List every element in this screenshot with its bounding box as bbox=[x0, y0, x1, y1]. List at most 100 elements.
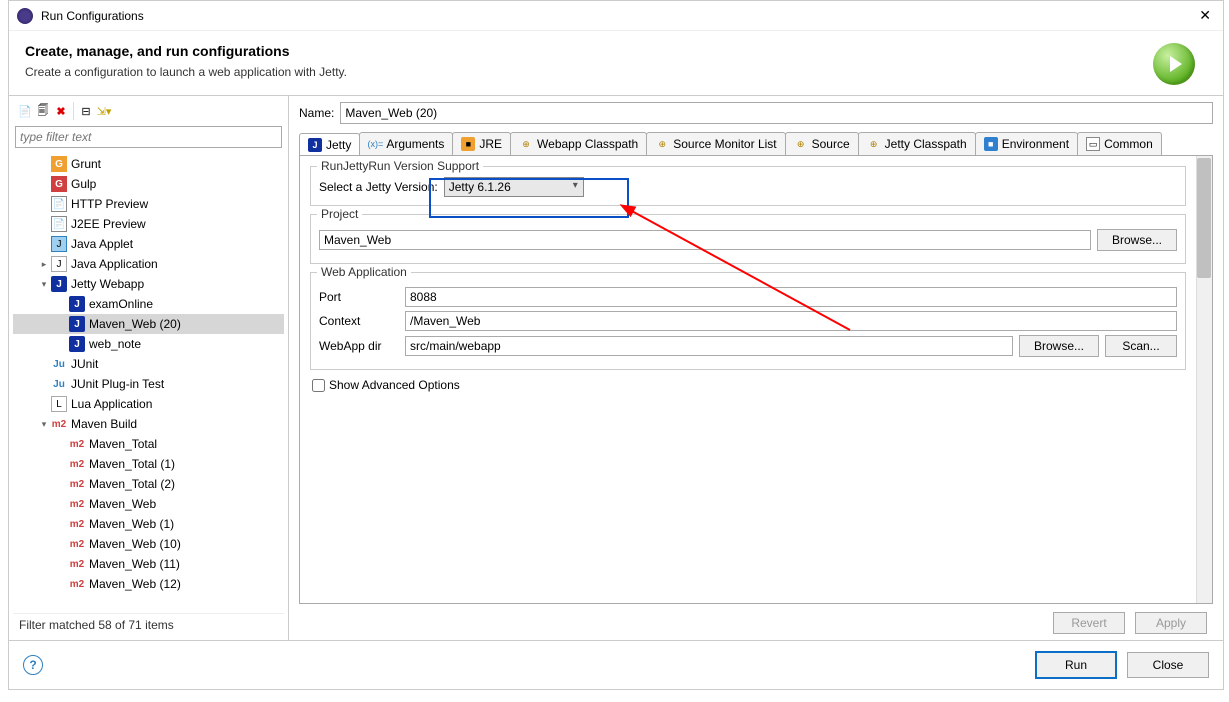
tree-item-label: Maven_Web (1) bbox=[89, 517, 174, 531]
tree-item-label: Maven_Total bbox=[89, 437, 157, 451]
main-split: 📄 🗐 ✖ ⊟ ⇲▾ GGruntGGulp📄HTTP Preview📄J2EE… bbox=[9, 95, 1223, 640]
config-tree[interactable]: GGruntGGulp📄HTTP Preview📄J2EE PreviewJJa… bbox=[13, 152, 284, 613]
tab-webapp-classpath[interactable]: ⊕Webapp Classpath bbox=[510, 132, 647, 155]
tree-item-label: Maven_Web (10) bbox=[89, 537, 181, 551]
context-input[interactable] bbox=[405, 311, 1177, 331]
tab-arguments[interactable]: (x)=Arguments bbox=[359, 132, 453, 155]
filter-input[interactable] bbox=[15, 126, 282, 148]
tree-item-label: Maven_Web (20) bbox=[89, 317, 181, 331]
close-button[interactable]: Close bbox=[1127, 652, 1209, 678]
expander-icon[interactable]: ▸ bbox=[37, 259, 51, 270]
name-row: Name: bbox=[299, 102, 1213, 124]
tab-jetty-classpath[interactable]: ⊕Jetty Classpath bbox=[858, 132, 976, 155]
version-group: RunJettyRun Version Support Select a Jet… bbox=[310, 166, 1186, 206]
tree-item-java-applet[interactable]: J Java Applet bbox=[13, 234, 284, 254]
webappdir-scan-button[interactable]: Scan... bbox=[1105, 335, 1177, 357]
tree-item-maven-web-11-[interactable]: m2Maven_Web (11) bbox=[13, 554, 284, 574]
apply-button[interactable]: Apply bbox=[1135, 612, 1207, 634]
tree-item-jetty-webapp[interactable]: ▾JJetty Webapp bbox=[13, 274, 284, 294]
run-button[interactable]: Run bbox=[1035, 651, 1117, 679]
m2-icon: m2 bbox=[69, 436, 85, 452]
tree-item-maven-total-1-[interactable]: m2Maven_Total (1) bbox=[13, 454, 284, 474]
tree-item-web-note[interactable]: Jweb_note bbox=[13, 334, 284, 354]
tab-source[interactable]: ⊕Source bbox=[785, 132, 859, 155]
tree-item-maven-build[interactable]: ▾m2Maven Build bbox=[13, 414, 284, 434]
new-config-icon[interactable]: 📄 bbox=[17, 103, 33, 119]
tree-item-maven-web[interactable]: m2Maven_Web bbox=[13, 494, 284, 514]
close-icon[interactable]: ✕ bbox=[1195, 5, 1215, 26]
filter-dropdown-icon[interactable]: ⇲▾ bbox=[96, 103, 112, 119]
m2-icon: m2 bbox=[69, 516, 85, 532]
tree-item-http-preview[interactable]: 📄HTTP Preview bbox=[13, 194, 284, 214]
tree-item-label: Java Applet bbox=[71, 237, 133, 251]
project-group-legend: Project bbox=[317, 207, 362, 221]
m2-icon: m2 bbox=[69, 536, 85, 552]
expander-icon[interactable]: ▾ bbox=[37, 279, 51, 290]
tree-item-maven-web-12-[interactable]: m2Maven_Web (12) bbox=[13, 574, 284, 594]
tab-source-monitor-list[interactable]: ⊕Source Monitor List bbox=[646, 132, 785, 155]
tree-item-label: Grunt bbox=[71, 157, 101, 171]
tree-item-label: web_note bbox=[89, 337, 141, 351]
content-area: Name: JJetty(x)=Arguments■JRE⊕Webapp Cla… bbox=[289, 96, 1223, 640]
m2-icon: m2 bbox=[69, 576, 85, 592]
jetty-icon: J bbox=[69, 296, 85, 312]
scrollbar[interactable] bbox=[1196, 156, 1212, 603]
tab-common[interactable]: ▭Common bbox=[1077, 132, 1162, 155]
jre-icon: ■ bbox=[461, 137, 475, 151]
version-group-legend: RunJettyRun Version Support bbox=[317, 159, 483, 173]
tree-item-maven-web-10-[interactable]: m2 Maven_Web (10) bbox=[13, 534, 284, 554]
tab-jetty[interactable]: JJetty bbox=[299, 133, 360, 156]
revert-button[interactable]: Revert bbox=[1053, 612, 1125, 634]
run-play-icon bbox=[1153, 43, 1195, 85]
expander-icon[interactable]: ▾ bbox=[37, 419, 51, 430]
tab-jre[interactable]: ■JRE bbox=[452, 132, 511, 155]
tree-item-maven-web-20-[interactable]: JMaven_Web (20) bbox=[13, 314, 284, 334]
project-browse-button[interactable]: Browse... bbox=[1097, 229, 1177, 251]
delete-config-icon[interactable]: ✖ bbox=[53, 103, 69, 119]
show-advanced-checkbox[interactable] bbox=[312, 379, 325, 392]
duplicate-config-icon[interactable]: 🗐 bbox=[35, 103, 51, 119]
tab-environment[interactable]: ■Environment bbox=[975, 132, 1078, 155]
footer: ? Run Close bbox=[9, 640, 1223, 689]
sidebar-toolbar: 📄 🗐 ✖ ⊟ ⇲▾ bbox=[13, 100, 284, 122]
tree-item-maven-total[interactable]: m2 Maven_Total bbox=[13, 434, 284, 454]
collapse-all-icon[interactable]: ⊟ bbox=[78, 103, 94, 119]
applet-icon: J bbox=[51, 236, 67, 252]
jetty-version-select[interactable]: Jetty 6.1.26 bbox=[444, 177, 584, 197]
tree-item-label: J2EE Preview bbox=[71, 217, 146, 231]
project-input[interactable] bbox=[319, 230, 1091, 250]
tree-item-j2ee-preview[interactable]: 📄J2EE Preview bbox=[13, 214, 284, 234]
tree-item-label: Gulp bbox=[71, 177, 96, 191]
cp-icon: ⊕ bbox=[794, 137, 808, 151]
scrollbar-thumb[interactable] bbox=[1197, 158, 1211, 278]
lua-icon: L bbox=[51, 396, 67, 412]
tree-item-gulp[interactable]: G Gulp bbox=[13, 174, 284, 194]
tab-label: Source Monitor List bbox=[673, 137, 776, 151]
port-input[interactable] bbox=[405, 287, 1177, 307]
eclipse-icon bbox=[17, 8, 33, 24]
webapp-group-legend: Web Application bbox=[317, 265, 411, 279]
header-subtitle: Create a configuration to launch a web a… bbox=[25, 65, 1153, 79]
tree-item-maven-total-2-[interactable]: m2Maven_Total (2) bbox=[13, 474, 284, 494]
tree-item-examonline[interactable]: JexamOnline bbox=[13, 294, 284, 314]
tree-item-lua-application[interactable]: L Lua Application bbox=[13, 394, 284, 414]
tree-item-label: Jetty Webapp bbox=[71, 277, 144, 291]
tree-item-grunt[interactable]: GGrunt bbox=[13, 154, 284, 174]
name-input[interactable] bbox=[340, 102, 1213, 124]
tree-item-junit[interactable]: JuJUnit bbox=[13, 354, 284, 374]
webappdir-browse-button[interactable]: Browse... bbox=[1019, 335, 1099, 357]
webappdir-input[interactable] bbox=[405, 336, 1013, 356]
tabbar: JJetty(x)=Arguments■JRE⊕Webapp Classpath… bbox=[299, 132, 1213, 156]
window-title: Run Configurations bbox=[41, 9, 1195, 23]
gulp-icon: G bbox=[51, 176, 67, 192]
tree-item-java-application[interactable]: ▸JJava Application bbox=[13, 254, 284, 274]
tree-item-label: Lua Application bbox=[71, 397, 152, 411]
http-icon: 📄 bbox=[51, 196, 67, 212]
java-icon: J bbox=[51, 256, 67, 272]
toolbar-separator bbox=[73, 102, 74, 120]
tree-item-junit-plug-in-test[interactable]: JuJUnit Plug-in Test bbox=[13, 374, 284, 394]
project-group: Project Browse... bbox=[310, 214, 1186, 264]
tree-item-maven-web-1-[interactable]: m2 Maven_Web (1) bbox=[13, 514, 284, 534]
help-icon[interactable]: ? bbox=[23, 655, 43, 675]
m2-icon: m2 bbox=[51, 416, 67, 432]
